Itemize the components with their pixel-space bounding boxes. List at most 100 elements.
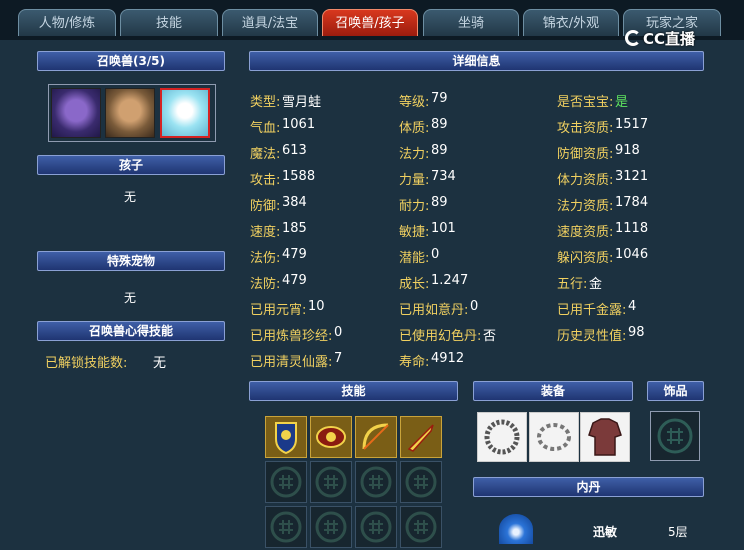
- detail-value: 89: [431, 143, 448, 158]
- detail-value: 0: [334, 325, 343, 340]
- detail-value: 89: [431, 117, 448, 132]
- skill-shield-icon[interactable]: [265, 416, 307, 458]
- unlocked-skills-label: 已解锁技能数:: [45, 356, 128, 371]
- detail-label: 敏捷:: [399, 225, 430, 240]
- empty-skill-slot[interactable]: [310, 506, 352, 548]
- child-header: 孩子: [37, 155, 225, 175]
- tab-outfit[interactable]: 锦衣/外观: [523, 9, 619, 36]
- detail-value: 1061: [282, 117, 316, 132]
- accessory-slot[interactable]: [650, 411, 700, 461]
- tab-character[interactable]: 人物/修炼: [18, 9, 116, 36]
- detail-label: 五行:: [557, 277, 588, 292]
- detail-value: 101: [431, 221, 456, 236]
- detail-value: 金: [589, 277, 603, 292]
- tab-bar: 人物/修炼 技能 道具/法宝 召唤兽/孩子 坐骑 锦衣/外观 玩家之家 CC直播: [0, 0, 744, 48]
- detail-label: 防御资质:: [557, 147, 614, 162]
- detail-label: 已用元宵:: [250, 303, 307, 318]
- inner-pill-icon[interactable]: [499, 514, 533, 544]
- detail-value: 1.247: [431, 273, 469, 288]
- empty-skill-slot[interactable]: [265, 506, 307, 548]
- detail-label: 已用千金露:: [557, 303, 627, 318]
- tab-mount[interactable]: 坐骑: [423, 9, 519, 36]
- detail-value: 89: [431, 195, 448, 210]
- detail-value: 7: [334, 351, 343, 366]
- detail-value: 是: [615, 95, 629, 110]
- empty-skill-slot[interactable]: [355, 506, 397, 548]
- skill-sword-icon[interactable]: [400, 416, 442, 458]
- detail-label: 力量:: [399, 173, 430, 188]
- detail-value: 185: [282, 221, 307, 236]
- detail-label: 防御:: [250, 199, 281, 214]
- detail-value: 479: [282, 273, 307, 288]
- tab-skills[interactable]: 技能: [120, 9, 218, 36]
- empty-skill-slot[interactable]: [355, 461, 397, 503]
- detail-value: 1046: [615, 247, 649, 262]
- inner-pill-level: 5层: [668, 525, 688, 539]
- detail-label: 寿命:: [399, 355, 430, 370]
- empty-skill-slot[interactable]: [400, 506, 442, 548]
- bracelet-icon[interactable]: [529, 412, 579, 462]
- detail-value: 1588: [282, 169, 316, 184]
- empty-skill-slot[interactable]: [265, 461, 307, 503]
- detail-value: 0: [431, 247, 440, 262]
- necklace-icon[interactable]: [477, 412, 527, 462]
- accessory-header: 饰品: [647, 381, 704, 401]
- detail-label: 攻击资质:: [557, 121, 614, 136]
- pet-ice-spirit-icon[interactable]: [160, 88, 210, 138]
- detail-label: 类型:: [250, 95, 281, 110]
- detail-label: 历史灵性值:: [557, 329, 627, 344]
- details-header: 详细信息: [249, 51, 704, 71]
- empty-skill-slot[interactable]: [310, 461, 352, 503]
- armor-icon[interactable]: [580, 412, 630, 462]
- detail-label: 已用清灵仙露:: [250, 355, 333, 370]
- detail-label: 气血:: [250, 121, 281, 136]
- detail-label: 潜能:: [399, 251, 430, 266]
- unlocked-skills-value: 无: [153, 356, 167, 371]
- detail-label: 等级:: [399, 95, 430, 110]
- detail-value: 79: [431, 91, 448, 106]
- detail-value: 4: [628, 299, 637, 314]
- detail-label: 体质:: [399, 121, 430, 136]
- detail-value: 1118: [615, 221, 649, 236]
- skills-header: 技能: [249, 381, 458, 401]
- pet-panther-icon[interactable]: [51, 88, 101, 138]
- detail-label: 法伤:: [250, 251, 281, 266]
- detail-label: 法力资质:: [557, 199, 614, 214]
- detail-label: 已用如意丹:: [399, 303, 469, 318]
- inner-pill-header: 内丹: [473, 477, 704, 497]
- detail-value: 1517: [615, 117, 649, 132]
- pet-griffin-icon[interactable]: [105, 88, 155, 138]
- detail-label: 耐力:: [399, 199, 430, 214]
- detail-value: 479: [282, 247, 307, 262]
- detail-label: 速度资质:: [557, 225, 614, 240]
- tab-pets[interactable]: 召唤兽/孩子: [322, 9, 418, 36]
- detail-value: 918: [615, 143, 640, 158]
- detail-label: 是否宝宝:: [557, 95, 614, 110]
- detail-label: 速度:: [250, 225, 281, 240]
- skill-eye-icon[interactable]: [310, 416, 352, 458]
- detail-label: 已使用幻色丹:: [399, 329, 482, 344]
- cc-logo-icon: [625, 30, 641, 46]
- detail-value: 98: [628, 325, 645, 340]
- detail-label: 法防:: [250, 277, 281, 292]
- child-value: 无: [124, 190, 137, 204]
- skill-bow-icon[interactable]: [355, 416, 397, 458]
- detail-value: 否: [483, 329, 497, 344]
- detail-value: 734: [431, 169, 456, 184]
- detail-label: 成长:: [399, 277, 430, 292]
- detail-value: 1784: [615, 195, 649, 210]
- detail-label: 攻击:: [250, 173, 281, 188]
- detail-label: 魔法:: [250, 147, 281, 162]
- empty-skill-slot[interactable]: [400, 461, 442, 503]
- detail-label: 体力资质:: [557, 173, 614, 188]
- special-pet-header: 特殊宠物: [37, 251, 225, 271]
- detail-value: 雪月蛙: [282, 95, 322, 110]
- watermark-logo: CC直播: [625, 26, 721, 50]
- detail-value: 3121: [615, 169, 649, 184]
- equipment-header: 装备: [473, 381, 633, 401]
- detail-label: 躲闪资质:: [557, 251, 614, 266]
- pets-header: 召唤兽(3/5): [37, 51, 225, 71]
- tab-items[interactable]: 道具/法宝: [222, 9, 318, 36]
- inner-pill-name: 迅敏: [593, 525, 618, 539]
- detail-value: 4912: [431, 351, 465, 366]
